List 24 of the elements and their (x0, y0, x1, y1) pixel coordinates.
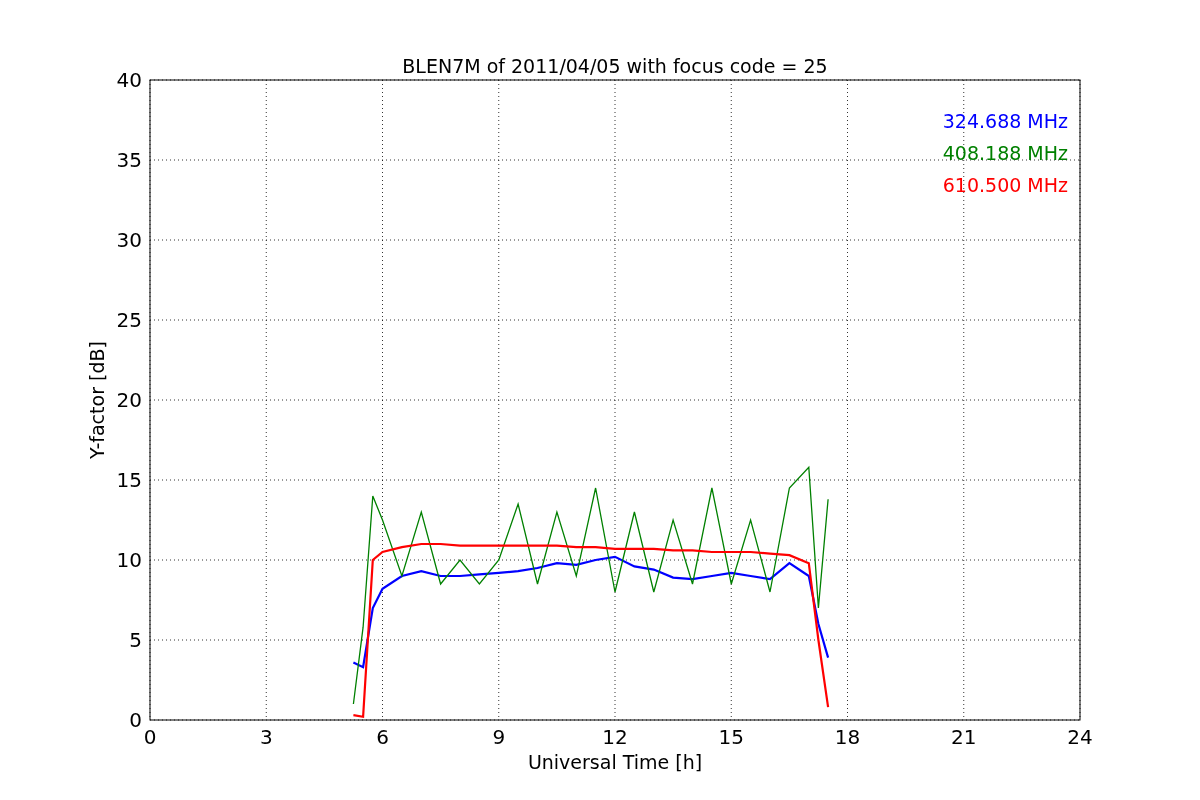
tick-label: 10 (116, 548, 142, 572)
tick-label: 25 (116, 308, 142, 332)
tick-label: 30 (116, 228, 142, 252)
tick-label: 9 (492, 725, 506, 749)
legend-label: 610.500 MHz (942, 174, 1068, 196)
chart-title: BLEN7M of 2011/04/05 with focus code = 25 (402, 55, 828, 77)
tick-label: 40 (116, 68, 142, 92)
tick-label: 6 (376, 725, 389, 749)
axis-label: Universal Time [h] (527, 751, 703, 773)
tick-label: 0 (143, 725, 157, 749)
tick-label: 24 (1067, 725, 1093, 749)
tick-label: 0 (129, 708, 142, 732)
tick-label: 12 (602, 725, 628, 749)
tick-label: 21 (951, 725, 977, 749)
tick-label: 20 (116, 388, 142, 412)
tick-label: 15 (718, 725, 744, 749)
tick-label: 35 (116, 148, 142, 172)
tick-label: 15 (116, 468, 142, 492)
legend-label: 408.188 MHz (942, 142, 1068, 164)
tick-label: 18 (834, 725, 861, 749)
axis-label: Y-factor [dB] (86, 341, 108, 459)
tick-label: 3 (259, 725, 273, 749)
legend-label: 324.688 MHz (942, 110, 1068, 132)
tick-label: 5 (129, 628, 142, 652)
